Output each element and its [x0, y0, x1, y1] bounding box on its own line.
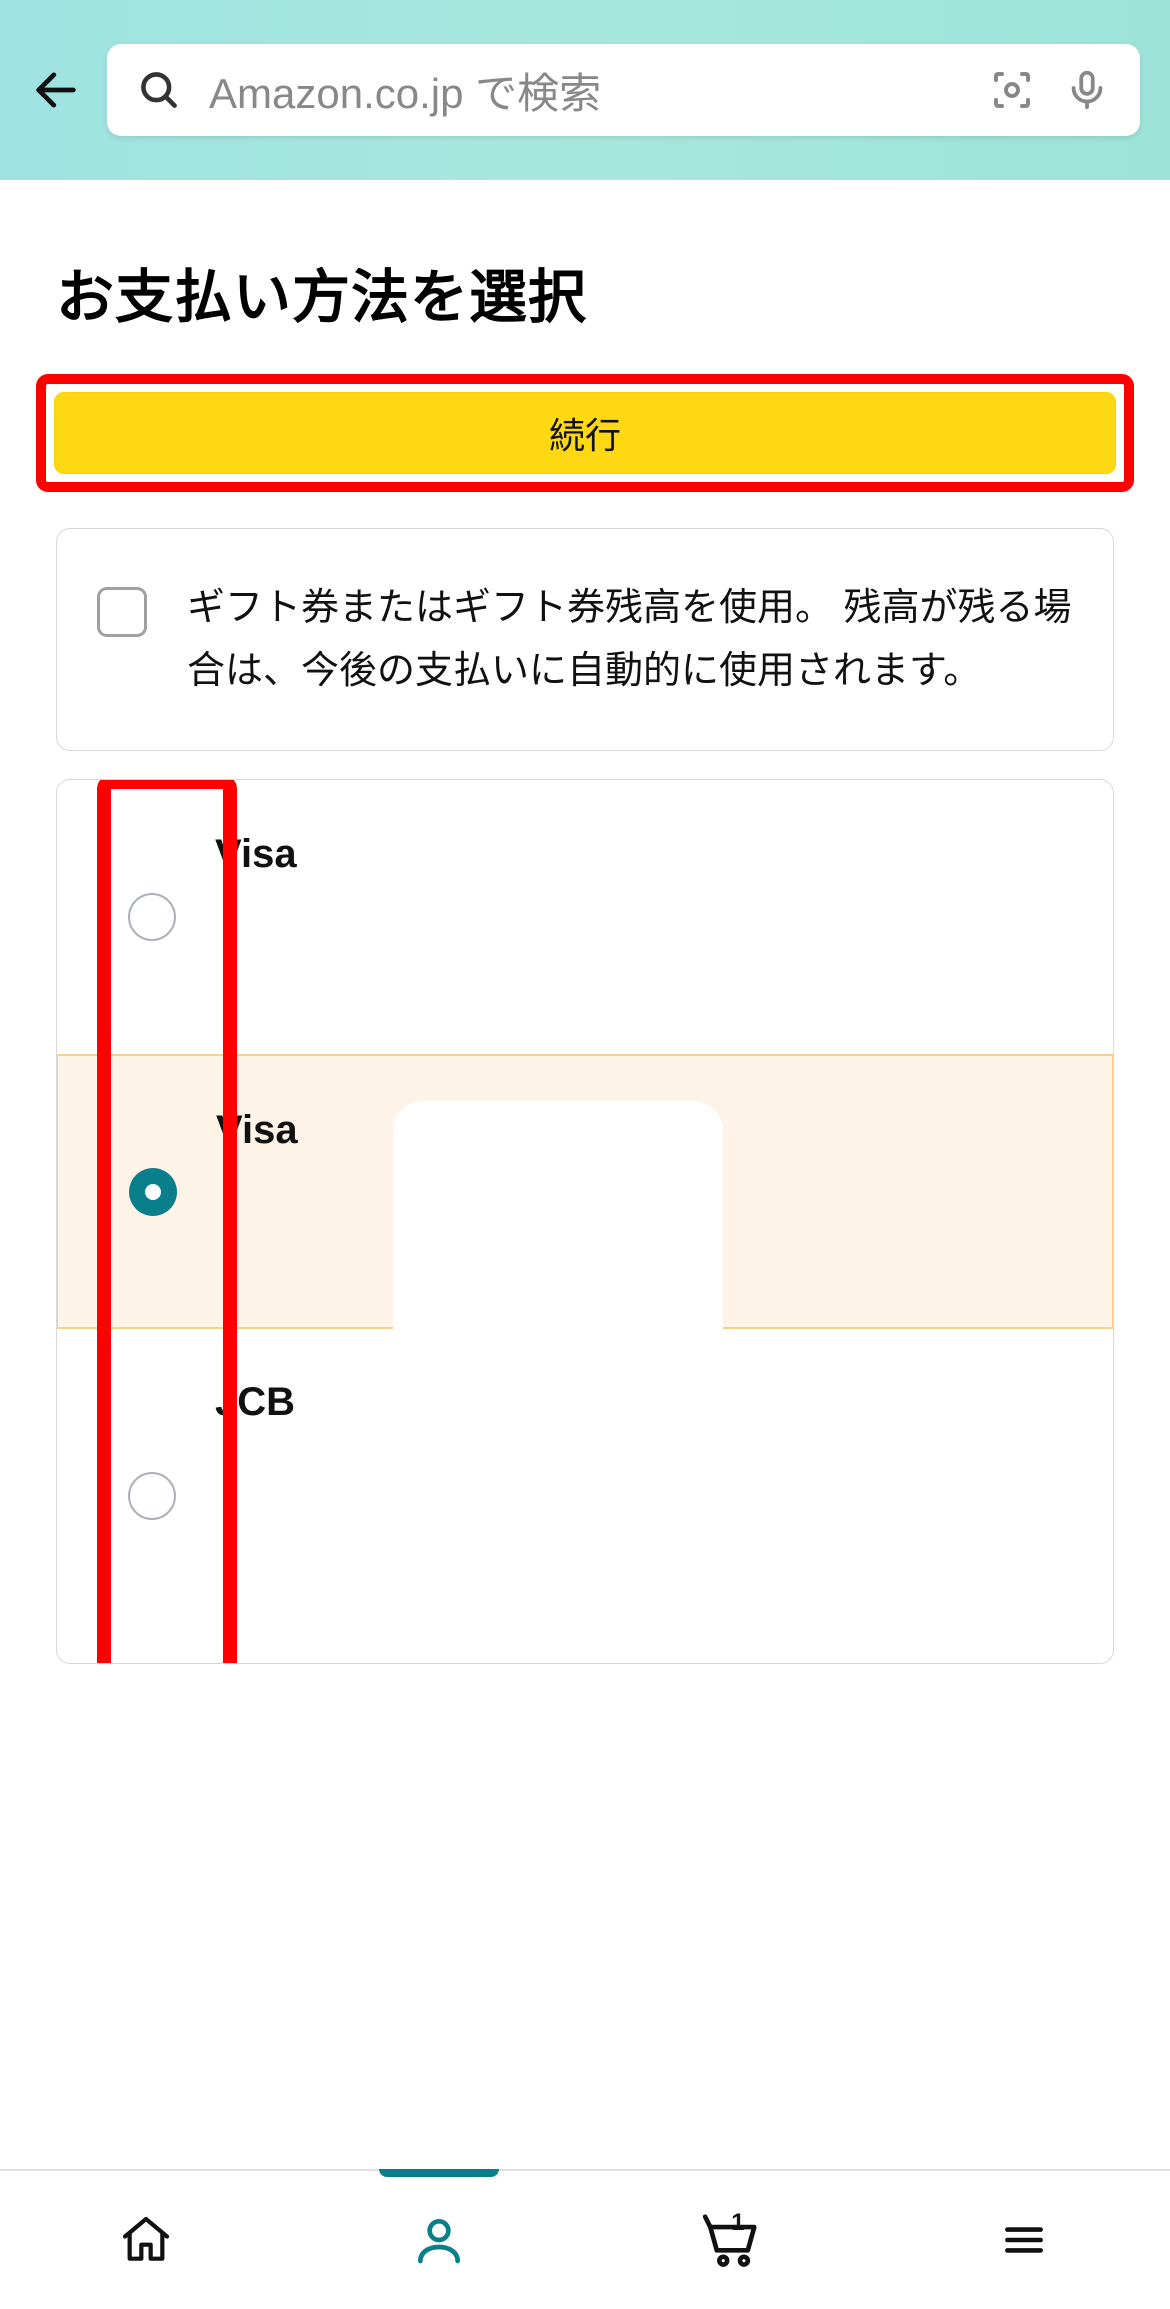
nav-cart[interactable]: 1 — [585, 2171, 878, 2309]
payment-radio[interactable] — [128, 1472, 176, 1520]
gift-card-text: ギフト券またはギフト券残高を使用。 残高が残る場合は、今後の支払いに自動的に使用… — [187, 577, 1073, 702]
payment-section: ギフト券またはギフト券残高を使用。 残高が残る場合は、今後の支払いに自動的に使用… — [36, 528, 1134, 1664]
continue-highlight: 続行 — [36, 374, 1134, 492]
payment-radio-selected[interactable] — [129, 1168, 177, 1216]
cart-count-badge: 1 — [731, 2209, 744, 2237]
payment-option-jcb[interactable]: JCB — [57, 1328, 1113, 1663]
gift-card-checkbox[interactable] — [97, 587, 147, 637]
hamburger-icon — [999, 2215, 1049, 2265]
arrow-left-icon — [30, 64, 82, 116]
microphone-icon[interactable] — [1064, 67, 1110, 113]
home-icon — [118, 2212, 174, 2268]
payment-radio[interactable] — [128, 893, 176, 941]
gift-card-option[interactable]: ギフト券またはギフト券残高を使用。 残高が残る場合は、今後の支払いに自動的に使用… — [56, 528, 1114, 751]
back-button[interactable] — [30, 64, 82, 116]
page-title: お支払い方法を選択 — [56, 250, 1134, 334]
search-icon — [137, 68, 181, 112]
continue-button[interactable]: 続行 — [54, 392, 1116, 474]
bottom-navigation: 1 — [0, 2169, 1170, 2309]
search-placeholder: Amazon.co.jp で検索 — [209, 60, 960, 121]
nav-home[interactable] — [0, 2171, 293, 2309]
payment-label: Visa — [216, 1108, 298, 1153]
search-bar[interactable]: Amazon.co.jp で検索 — [107, 44, 1140, 136]
payment-option-visa-1[interactable]: Visa — [57, 780, 1113, 1055]
payment-method-list: Visa Visa JCB — [56, 779, 1114, 1664]
nav-account[interactable] — [293, 2171, 586, 2309]
user-icon — [411, 2212, 467, 2268]
payment-option-visa-2[interactable]: Visa — [56, 1054, 1114, 1329]
payment-label: Visa — [215, 832, 297, 877]
payment-label: JCB — [215, 1380, 295, 1425]
page-content: お支払い方法を選択 続行 ギフト券またはギフト券残高を使用。 残高が残る場合は、… — [0, 180, 1170, 1664]
app-header: Amazon.co.jp で検索 — [0, 0, 1170, 180]
camera-scan-icon[interactable] — [988, 66, 1036, 114]
nav-menu[interactable] — [878, 2171, 1170, 2309]
